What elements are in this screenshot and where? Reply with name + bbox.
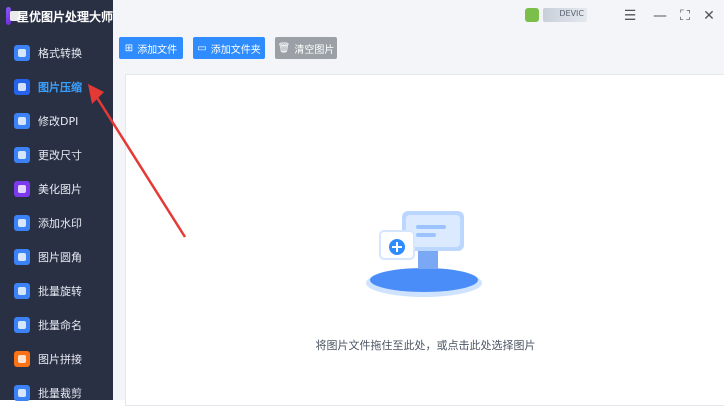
sidebar-item-beautify[interactable]: 美化图片 <box>0 172 113 206</box>
sidebar-item-label: 修改DPI <box>38 115 79 128</box>
sidebar-item-label: 批量裁剪 <box>38 387 82 400</box>
resize-icon <box>14 147 30 163</box>
sidebar-item-label: 添加水印 <box>38 217 82 230</box>
batch-rename-icon <box>14 317 30 333</box>
sidebar-item-resize[interactable]: 更改尺寸 <box>0 138 113 172</box>
sidebar-item-batch-crop[interactable]: 批量裁剪 <box>0 376 113 410</box>
batch-crop-icon <box>14 385 30 401</box>
menu-icon[interactable]: ☰ <box>621 7 639 25</box>
image-compress-icon <box>14 79 30 95</box>
sidebar-item-label: 批量命名 <box>38 319 82 332</box>
drop-zone[interactable]: 将图片文件拖住至此处，或点击此处选择图片 <box>125 74 724 406</box>
add-folder-button[interactable]: ▭ 添加文件夹 <box>193 37 265 59</box>
sidebar-item-batch-rename[interactable]: 批量命名 <box>0 308 113 342</box>
sidebar-item-image-compress[interactable]: 图片压缩 <box>0 70 113 104</box>
sidebar-item-dpi[interactable]: 修改DPI <box>0 104 113 138</box>
add-file-button[interactable]: ⊞ 添加文件 <box>119 37 183 59</box>
batch-rotate-icon <box>14 283 30 299</box>
image-stitch-icon <box>14 351 30 367</box>
maximize-icon[interactable]: ⛶ <box>676 7 694 25</box>
sidebar-item-label: 图片压缩 <box>38 81 82 94</box>
brand: 星优图片处理大师 <box>0 0 113 32</box>
beautify-icon <box>14 181 30 197</box>
sidebar-item-label: 更改尺寸 <box>38 149 82 162</box>
sidebar-item-format-convert[interactable]: 格式转换 <box>0 36 113 70</box>
app-title: 星优图片处理大师 <box>16 9 113 24</box>
drop-hint-text: 将图片文件拖住至此处，或点击此处选择图片 <box>315 339 536 352</box>
add-file-icon: ⊞ <box>124 42 134 54</box>
watermark-icon <box>14 215 30 231</box>
sidebar-item-label: 美化图片 <box>38 183 82 196</box>
dpi-icon <box>14 113 30 129</box>
clear-images-button[interactable]: 🗑 清空图片 <box>275 37 337 59</box>
sidebar-item-watermark[interactable]: 添加水印 <box>0 206 113 240</box>
sidebar-item-label: 批量旋转 <box>38 285 82 298</box>
close-icon[interactable]: ✕ <box>700 7 718 25</box>
app-window: 星优图片处理大师 格式转换 图片压缩 修改DPI 更改尺寸 美化图片 添加水印 … <box>0 0 724 406</box>
rounded-corner-icon <box>14 249 30 265</box>
toolbar: ⊞ 添加文件 ▭ 添加文件夹 🗑 清空图片 <box>113 32 724 64</box>
main-panel: DEVIC ☰ — ⛶ ✕ ⊞ 添加文件 ▭ 添加文件夹 🗑 清空图片 将图片文… <box>113 0 724 406</box>
add-folder-label: 添加文件夹 <box>210 44 261 56</box>
sidebar-item-batch-rotate[interactable]: 批量旋转 <box>0 274 113 308</box>
add-file-label: 添加文件 <box>137 44 178 56</box>
avatar[interactable] <box>525 8 539 22</box>
minimize-icon[interactable]: — <box>651 7 669 25</box>
title-bar: DEVIC ☰ — ⛶ ✕ <box>113 0 724 32</box>
folder-icon: ▭ <box>197 42 207 54</box>
sidebar-item-label: 图片拼接 <box>38 353 82 366</box>
sidebar-nav: 格式转换 图片压缩 修改DPI 更改尺寸 美化图片 添加水印 图片圆角 批量旋转… <box>0 36 113 410</box>
app-logo-icon <box>6 7 20 25</box>
sidebar-item-rounded-corner[interactable]: 图片圆角 <box>0 240 113 274</box>
clear-images-label: 清空图片 <box>294 44 335 56</box>
sidebar-item-label: 图片圆角 <box>38 251 82 264</box>
trash-icon: 🗑 <box>277 42 291 54</box>
username: DEVIC <box>559 9 584 18</box>
sidebar-item-image-stitch[interactable]: 图片拼接 <box>0 342 113 376</box>
sidebar: 星优图片处理大师 格式转换 图片压缩 修改DPI 更改尺寸 美化图片 添加水印 … <box>0 0 113 401</box>
monitor-upload-icon <box>366 211 482 297</box>
sidebar-item-label: 格式转换 <box>38 47 82 60</box>
format-convert-icon <box>14 45 30 61</box>
